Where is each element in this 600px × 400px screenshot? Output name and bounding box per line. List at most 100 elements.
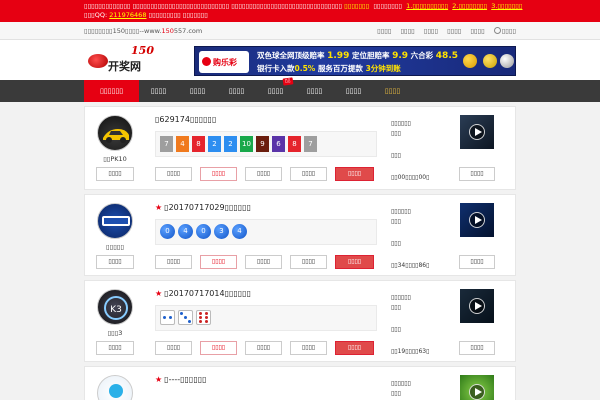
banner-ball-icon xyxy=(483,54,497,68)
action-button[interactable]: ▯▯▯▯ xyxy=(155,167,192,181)
video-button[interactable]: ▯▯▯▯ xyxy=(459,341,495,355)
top-link[interactable]: ▯▯▯▯ xyxy=(447,27,461,35)
issue-title: ★ ▯----▯▯▯▯▯▯ xyxy=(155,375,207,384)
top-link[interactable]: ▯▯▯▯ xyxy=(470,27,484,35)
nav-item[interactable]: ▯▯▯▯ xyxy=(217,80,256,102)
ad-banner[interactable]: 购乐彩 双色球全网顶级赔率 1.99 定位胆赔率 9.9 六合彩 48.5 银行… xyxy=(194,46,516,76)
info-line: ▯▯▯▯▯▯ xyxy=(391,120,411,127)
draw-info: ▯▯▯▯▯▯ ▯▯▯ ▯▯▯ ▯▯19▯▯▯▯63▯ xyxy=(391,293,451,357)
lottery-name: ▯▯▯▯▯ xyxy=(106,243,124,251)
ssc-logo-icon xyxy=(97,203,133,239)
info-line: ▯▯▯ xyxy=(391,326,401,333)
action-button[interactable]: ▯▯▯▯ xyxy=(200,167,237,181)
action-button[interactable]: ▯▯▯▯ xyxy=(290,341,327,355)
pk10-number: 10 xyxy=(240,136,253,152)
notice-tail: ▯▯▯▯▯▯▯▯▯ ▯▯▯▯▯▯▯ xyxy=(146,11,208,19)
info-line: ▯▯34▯▯▯▯86▯ xyxy=(391,262,430,269)
video-thumbnail[interactable] xyxy=(460,375,494,400)
draw-result-box: 04034 xyxy=(155,219,377,245)
pk10-car-icon xyxy=(97,115,133,151)
play-icon xyxy=(469,298,485,314)
action-button[interactable]: ▯▯▯▯ xyxy=(290,167,327,181)
pk10-number: 4 xyxy=(176,136,189,152)
header: 150 开奖网 购乐彩 双色球全网顶级赔率 1.99 定位胆赔率 9.9 六合彩… xyxy=(0,40,600,80)
notice-link-3[interactable]: 3.▯▯▯▯▯▯▯ xyxy=(491,2,522,10)
nav-item-special[interactable]: ▯▯▯▯ xyxy=(373,80,412,102)
banner-brand: 购乐彩 xyxy=(199,51,249,73)
user-login-link[interactable]: ▯▯▯▯ xyxy=(493,27,516,35)
video-thumbnail[interactable] xyxy=(460,203,494,237)
notice-qq-label: ▯▯▯QQ: xyxy=(84,11,110,19)
action-button[interactable]: ▯▯▯▯ xyxy=(245,255,282,269)
action-button[interactable]: ▯▯▯▯ xyxy=(290,255,327,269)
draw-result-box xyxy=(155,305,377,331)
main-nav: ▯▯▯▯▯▯ ▯▯▯▯ ▯▯▯▯ ▯▯▯▯ ▯▯▯▯ ▯▯ ▯▯▯▯ ▯▯▯▯ ▯… xyxy=(0,77,600,102)
play-icon xyxy=(469,124,485,140)
draw-result-box: 7 4 8 2 2 10 9 6 8 7 xyxy=(155,131,377,157)
info-line: ▯▯▯▯▯▯ xyxy=(391,208,411,215)
nav-item[interactable]: ▯▯▯▯ xyxy=(295,80,334,102)
nav-item[interactable]: ▯▯▯▯ xyxy=(178,80,217,102)
top-link[interactable]: ▯▯▯▯ xyxy=(400,27,414,35)
video-button[interactable]: ▯▯▯▯ xyxy=(459,255,495,269)
issue-title: ▯629174▯▯▯▯▯▯ xyxy=(155,115,217,124)
pk10-number: 9 xyxy=(256,136,269,152)
action-button-primary[interactable]: ▯▯▯▯ xyxy=(335,167,374,181)
nav-item[interactable]: ▯▯▯▯ xyxy=(334,80,373,102)
issue-title: ★ ▯20170717014▯▯▯▯▯▯ xyxy=(155,289,251,298)
logo-text: 开奖网 xyxy=(108,60,141,73)
notice-qq-number[interactable]: 211976468 xyxy=(109,11,146,19)
video-thumbnail[interactable] xyxy=(460,289,494,323)
action-button-primary[interactable]: ▯▯▯▯ xyxy=(335,341,374,355)
action-button[interactable]: ▯▯▯▯ xyxy=(155,341,192,355)
action-buttons: ▯▯▯▯ ▯▯▯▯ ▯▯▯▯ ▯▯▯▯ ▯▯▯▯ xyxy=(155,255,374,269)
notice-bar: ▯▯▯▯▯▯▯▯▯▯▯▯▯ ▯▯▯▯▯▯▯▯▯▯▯▯▯▯▯▯▯▯▯▯▯▯▯▯▯▯… xyxy=(0,0,600,22)
lottery-logo-icon xyxy=(97,375,133,400)
notice-link-2[interactable]: 2.▯▯▯▯▯▯▯▯ xyxy=(452,2,487,10)
lottery-enter-button[interactable]: ▯▯▯▯ xyxy=(96,341,134,355)
banner-ball-icon xyxy=(463,54,477,68)
nav-item-home[interactable]: ▯▯▯▯▯▯ xyxy=(84,80,139,102)
action-button[interactable]: ▯▯▯▯ xyxy=(200,341,237,355)
action-button-primary[interactable]: ▯▯▯▯ xyxy=(335,255,374,269)
lottery-card-k3: K3 ▯▯▯3 ▯▯▯▯ ★ ▯20170717014▯▯▯▯▯▯ ▯▯▯▯ ▯▯… xyxy=(84,280,516,362)
action-button[interactable]: ▯▯▯▯ xyxy=(155,255,192,269)
play-icon xyxy=(469,384,485,400)
user-icon xyxy=(493,27,501,34)
pk10-number: 7 xyxy=(304,136,317,152)
action-button[interactable]: ▯▯▯▯ xyxy=(200,255,237,269)
info-line: ▯▯19▯▯▯▯63▯ xyxy=(391,348,430,355)
logo-mark-icon xyxy=(88,54,108,68)
ssc-ball: 4 xyxy=(178,224,193,239)
action-button[interactable]: ▯▯▯▯ xyxy=(245,341,282,355)
issue-title: ★ ▯20170717029▯▯▯▯▯▯ xyxy=(155,203,251,212)
video-thumbnail[interactable] xyxy=(460,115,494,149)
dice-3-icon xyxy=(178,310,193,325)
action-button[interactable]: ▯▯▯▯ xyxy=(245,167,282,181)
pk10-number: 2 xyxy=(208,136,221,152)
pk10-number: 8 xyxy=(288,136,301,152)
lottery-name: ▯▯PK10 xyxy=(103,155,127,163)
ssc-ball: 0 xyxy=(160,224,175,239)
notice-link-1[interactable]: 1.▯▯▯▯▯▯▯▯▯▯ xyxy=(406,2,448,10)
lottery-name: ▯▯▯3 xyxy=(107,329,123,337)
info-line: ▯▯▯ xyxy=(391,152,401,159)
info-line: ▯▯▯ xyxy=(391,218,401,225)
lottery-enter-button[interactable]: ▯▯▯▯ xyxy=(96,167,134,181)
site-prefix: ▯▯▯▯▯▯▯▯150▯▯▯▯--www. xyxy=(84,27,162,35)
top-link[interactable]: ▯▯▯▯ xyxy=(377,27,391,35)
top-links: ▯▯▯▯ ▯▯▯▯ ▯▯▯▯ ▯▯▯▯ ▯▯▯▯ ▯▯▯▯ xyxy=(377,27,516,35)
pk10-number: 2 xyxy=(224,136,237,152)
notice-mid: ▯▯▯▯▯▯▯▯ xyxy=(373,2,402,10)
top-link-bar: ▯▯▯▯▯▯▯▯150▯▯▯▯--www.150557.com ▯▯▯▯ ▯▯▯… xyxy=(0,22,600,40)
nav-item[interactable]: ▯▯▯▯ xyxy=(139,80,178,102)
k3-logo-icon: K3 xyxy=(97,289,133,325)
action-buttons: ▯▯▯▯ ▯▯▯▯ ▯▯▯▯ ▯▯▯▯ ▯▯▯▯ xyxy=(155,341,374,355)
video-button[interactable]: ▯▯▯▯ xyxy=(459,167,495,181)
top-link[interactable]: ▯▯▯▯ xyxy=(424,27,438,35)
site-logo[interactable]: 150 开奖网 xyxy=(86,44,158,76)
pk10-number: 6 xyxy=(272,136,285,152)
lottery-enter-button[interactable]: ▯▯▯▯ xyxy=(96,255,134,269)
ssc-ball: 4 xyxy=(232,224,247,239)
nav-item-with-badge[interactable]: ▯▯▯▯ ▯▯ xyxy=(256,77,295,102)
